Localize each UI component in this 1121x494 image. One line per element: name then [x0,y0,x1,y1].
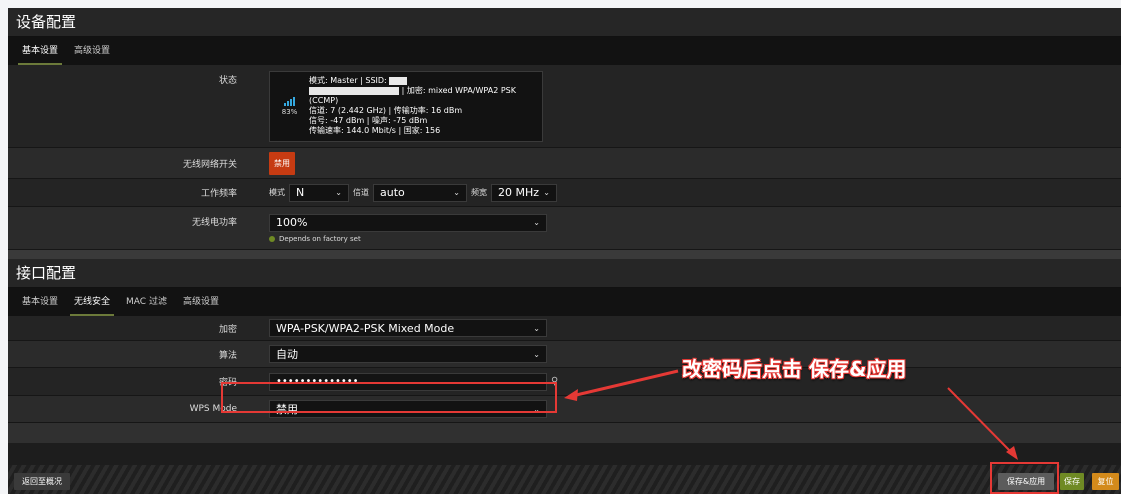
password-row: 密码 •••••••••••••• ⚲ [8,368,1121,396]
power-value: 100% [276,216,308,229]
status-rate: 传输速率: 144.0 Mbit/s | 国家: 156 [309,126,441,135]
encryption-row: 加密 WPA-PSK/WPA2-PSK Mixed Mode ⌄ [8,316,1121,341]
reset-button[interactable]: 复位 [1092,473,1119,490]
frequency-label: 工作频率 [200,189,237,199]
annotation-text: 改密码后点击 保存&应用 [682,357,907,381]
tab-iface-advanced[interactable]: 高级设置 [175,288,227,316]
wps-label: WPS Mode [189,404,237,414]
status-lines: 模式: Master | SSID: | 加密: mixed WPA/WPA2 … [309,76,542,136]
signal-bars-icon [284,96,296,106]
algorithm-select[interactable]: 自动 ⌄ [269,345,547,363]
wps-row: WPS Mode 禁用 ⌄ [8,396,1121,423]
status-signal: 信号: -47 dBm | 噪声: -75 dBm [309,116,428,125]
chevron-down-icon: ⌄ [543,188,550,197]
tab-wireless-security[interactable]: 无线安全 [66,288,118,316]
interface-config-tabs: 基本设置 无线安全 MAC 过滤 高级设置 [8,288,1121,316]
interface-config-title: 接口配置 [8,259,1121,288]
encryption-value: WPA-PSK/WPA2-PSK Mixed Mode [276,321,455,335]
frequency-row: 工作频率 模式 N ⌄ 信道 auto ⌄ 频宽 20 MHz ⌄ [8,179,1121,207]
algorithm-value: 自动 [276,348,298,361]
status-box: 83% 模式: Master | SSID: | 加密: mixed WPA/W… [269,70,543,142]
info-icon [269,235,275,242]
status-row: 状态 83% 模式: Master | SSID: | 加密: mixed WP… [8,65,1121,148]
chevron-down-icon: ⌄ [533,218,540,227]
tab-advanced-settings[interactable]: 高级设置 [66,37,118,65]
encryption-select[interactable]: WPA-PSK/WPA2-PSK Mixed Mode ⌄ [269,319,547,337]
signal-percent: 83% [281,107,298,116]
page-frame: 设备配置 基本设置 高级设置 状态 83% 模式: Master | SSID:… [8,8,1121,494]
section-gap-2 [8,423,1121,443]
width-select[interactable]: 20 MHz ⌄ [491,183,557,202]
mode-value: N [296,186,305,199]
tab-iface-basic[interactable]: 基本设置 [14,288,66,316]
status-channel: 信道: 7 (2.442 GHz) | 传输功率: 16 dBm [309,106,463,115]
signal-indicator: 83% [270,96,309,116]
power-label: 无线电功率 [191,218,237,228]
tab-basic-settings[interactable]: 基本设置 [14,37,66,65]
power-hint-text: Depends on factory set [279,234,361,243]
save-button[interactable]: 保存 [1060,473,1084,490]
status-mode: 模式: Master | SSID: [309,76,387,85]
algorithm-label: 算法 [218,350,237,361]
chevron-down-icon: ⌄ [335,188,342,197]
device-config-title: 设备配置 [8,8,1121,37]
chevron-down-icon: ⌄ [533,349,540,359]
width-label: 频宽 [471,188,487,197]
status-label: 状态 [218,76,237,86]
save-apply-highlight-box [990,462,1059,494]
power-row: 无线电功率 100% ⌄ Depends on factory set [8,207,1121,250]
algorithm-row: 算法 自动 ⌄ [8,341,1121,368]
tab-mac-filter[interactable]: MAC 过滤 [118,288,175,316]
redacted-ssid-cont [309,86,400,95]
wireless-switch-row: 无线网络开关 禁用 [8,148,1121,179]
section-gap [8,250,1121,259]
footer-bar: 返回至概况 保存&应用 保存 复位 [8,465,1121,494]
encryption-label: 加密 [218,324,237,335]
chevron-down-icon: ⌄ [453,188,460,197]
password-label: 密码 [218,378,237,388]
mode-label: 模式 [269,188,285,197]
redacted-ssid [389,76,408,85]
power-select[interactable]: 100% ⌄ [269,213,547,232]
back-to-overview-button[interactable]: 返回至概况 [14,473,70,490]
chevron-down-icon: ⌄ [533,323,540,333]
channel-label: 信道 [353,188,369,197]
width-value: 20 MHz [498,186,540,199]
power-hint: Depends on factory set [269,235,361,243]
channel-value: auto [380,186,405,199]
mode-select[interactable]: N ⌄ [289,183,349,202]
channel-select[interactable]: auto ⌄ [373,183,467,202]
disable-wireless-button[interactable]: 禁用 [269,151,295,175]
wireless-switch-label: 无线网络开关 [182,159,237,170]
password-highlight-box [221,382,557,413]
device-config-tabs: 基本设置 高级设置 [8,37,1121,65]
